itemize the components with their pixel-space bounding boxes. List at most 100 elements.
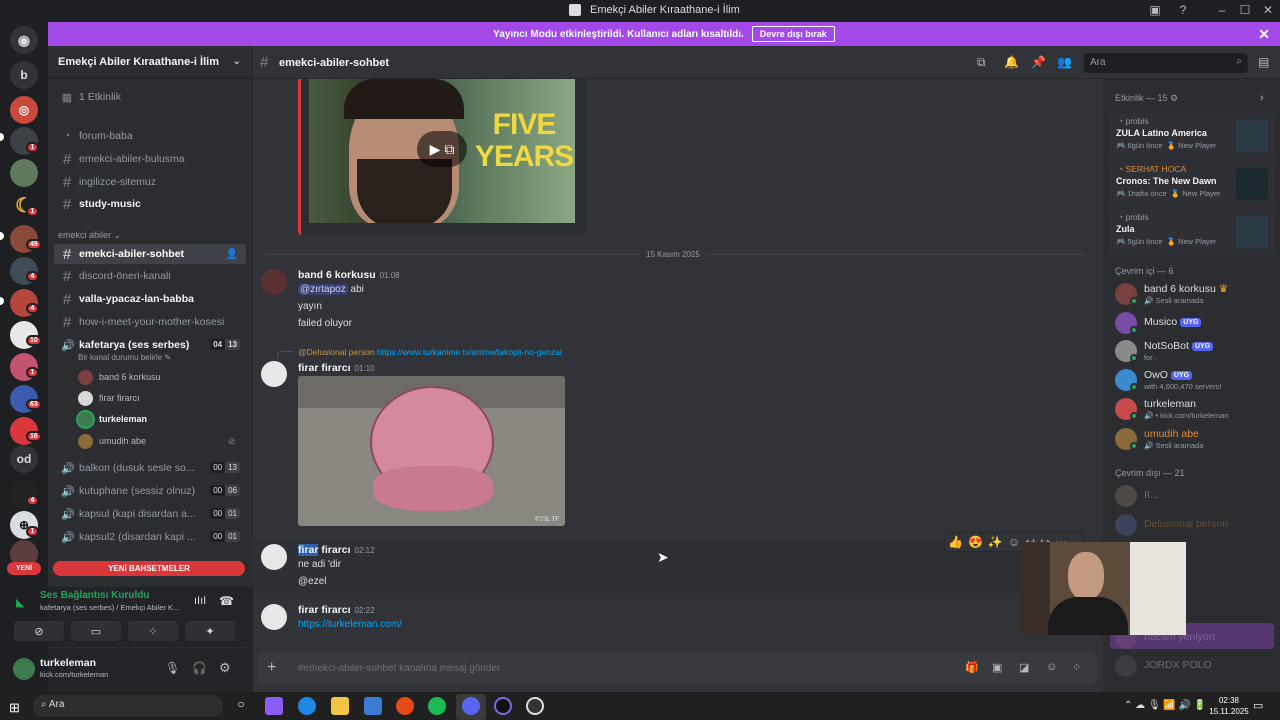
headphones-icon[interactable]: 🎧 xyxy=(192,661,207,675)
discord-icon[interactable] xyxy=(462,697,480,715)
sticker-icon[interactable]: ◪ xyxy=(1019,661,1029,674)
help-icon[interactable]: ? xyxy=(1173,3,1193,17)
server-icon-od[interactable]: od xyxy=(10,445,38,473)
chrome-icon[interactable] xyxy=(396,697,414,715)
member-item[interactable]: JORDX POLO xyxy=(1115,653,1275,681)
screen-share-icon[interactable]: ▭ xyxy=(71,621,121,641)
activity-card[interactable]: ◔ probis ZULA Latino America 🎮 6gün önce… xyxy=(1110,114,1274,158)
category-header[interactable]: emekci abiler ⌄ xyxy=(58,230,121,241)
voice-channel-item[interactable]: 🔊 kapsul (kapi disardan a... 00 01 xyxy=(54,504,246,524)
windows-start-icon[interactable]: ⊞ xyxy=(9,700,20,716)
activities-icon[interactable]: ⁘ xyxy=(128,621,178,641)
close-window-icon[interactable]: ✕ xyxy=(1258,3,1278,17)
heart-eyes-reaction-icon[interactable]: 😍 xyxy=(968,535,983,549)
edge-icon[interactable] xyxy=(298,697,316,715)
avatar[interactable] xyxy=(13,658,35,680)
server-icon[interactable] xyxy=(10,159,38,187)
avatar[interactable] xyxy=(261,361,287,387)
voice-channel-item[interactable]: 🔊 balkon (dusuk sesle so... 00 13 xyxy=(54,458,246,478)
search-input[interactable]: Ara ⌕ xyxy=(1084,53,1248,73)
add-reaction-icon[interactable]: ☺ xyxy=(1008,535,1020,549)
gift-icon[interactable]: 🎁 xyxy=(965,661,979,674)
avatar[interactable] xyxy=(261,269,287,295)
taskbar-search[interactable]: ⌕ Ara xyxy=(33,695,223,717)
direct-messages-icon[interactable]: ◉ xyxy=(10,26,38,54)
channel-item[interactable]: ◔ forum-baba xyxy=(54,126,246,146)
voice-connected-subtitle[interactable]: kafetarya (ses serbes) / Emekçi Abiler K… xyxy=(40,603,179,612)
bell-icon[interactable]: 🔔 xyxy=(1004,55,1019,69)
tray-icons[interactable]: ⌃ ☁ 🎙 📶 🔊 🔋 xyxy=(1124,700,1206,711)
voice-user[interactable]: umudih abe ⊘ xyxy=(78,432,236,450)
message-author[interactable]: firar firarcı 01:10 xyxy=(298,362,375,374)
member-item[interactable]: umudih abe 🔊 Sesli aramada xyxy=(1115,426,1275,454)
events-item[interactable]: ▦ 1 Etkinlik xyxy=(54,87,246,107)
member-item[interactable]: II... xyxy=(1115,483,1275,511)
member-item[interactable]: Delusional person xyxy=(1115,512,1275,540)
play-icon[interactable]: ▶ ⧉ xyxy=(417,131,467,167)
server-icon[interactable]: ◎ xyxy=(10,96,38,124)
new-unread-pill[interactable]: YENİ xyxy=(7,562,41,575)
video-thumbnail[interactable]: FIVE YEARS ▶ ⧉ xyxy=(309,79,575,223)
activity-card[interactable]: ◔ probis Zula 🎮 5gün önce 🏅 New Player xyxy=(1110,210,1274,254)
sparkle-reaction-icon[interactable]: ✨ xyxy=(988,535,1003,549)
reply-link[interactable]: https://www.turkanime.tv/anime/takopii-n… xyxy=(377,347,562,357)
chevron-right-icon[interactable]: › xyxy=(1260,92,1264,104)
new-mentions-button[interactable]: YENİ BAHSETMELER xyxy=(53,561,245,576)
channel-item[interactable]: # study-music xyxy=(54,194,246,214)
voice-channel-item[interactable]: 🔊 kafetarya (ses serbes) 04 13 xyxy=(54,335,246,355)
notification-icon[interactable]: ▭ xyxy=(1253,699,1263,712)
inbox-icon[interactable]: ▤ xyxy=(1258,55,1269,69)
voice-user[interactable]: band 6 korkusu xyxy=(78,368,161,386)
mail-icon[interactable] xyxy=(364,697,382,715)
voice-channel-item[interactable]: 🔊 kapsul2 (disardan kapi ... 00 01 xyxy=(54,527,246,547)
minimize-icon[interactable]: – xyxy=(1212,3,1232,17)
steam-icon[interactable] xyxy=(526,697,544,715)
attached-image[interactable]: ©TSL TF xyxy=(298,376,565,526)
voice-channel-item[interactable]: 🔊 kutuphane (sessiz olnuz) 00 06 xyxy=(54,481,246,501)
message-author[interactable]: firar firarcı 02:22 xyxy=(298,604,375,616)
reply-preview[interactable]: @Delusional person https://www.turkanime… xyxy=(298,347,562,357)
member-item[interactable]: band 6 korkusu ♛ 🔊 Sesli aramada xyxy=(1115,281,1275,309)
thumbs-up-reaction-icon[interactable]: 👍 xyxy=(948,535,963,549)
user-mention[interactable]: @zırtapoz xyxy=(298,284,348,295)
apps-icon[interactable]: ⁘ xyxy=(1072,661,1081,674)
file-explorer-icon[interactable] xyxy=(331,697,349,715)
member-item[interactable]: Musico UYG xyxy=(1115,310,1275,338)
voice-user[interactable]: firar firarcı xyxy=(78,389,140,407)
voice-status[interactable]: Bir kanal durumu belirle ✎ xyxy=(78,353,171,362)
signal-icon[interactable]: ◣ xyxy=(16,596,24,609)
avatar[interactable] xyxy=(261,604,287,630)
voice-user[interactable]: turkeleman xyxy=(78,410,147,428)
message-author[interactable]: firar firarcı 02:12 xyxy=(298,544,375,556)
inbox-icon[interactable]: ▣ xyxy=(1145,3,1165,17)
avatar[interactable] xyxy=(261,544,287,570)
noise-suppression-icon[interactable]: ıIıI xyxy=(194,595,206,607)
member-item[interactable]: turkeleman 🔊 • kick.com/turkeleman xyxy=(1115,396,1275,424)
channel-item[interactable]: # emekci-abiler-bulusma xyxy=(54,149,246,169)
add-attachment-icon[interactable]: + xyxy=(267,659,276,677)
spotify-icon[interactable] xyxy=(428,697,446,715)
maximize-icon[interactable]: ☐ xyxy=(1235,3,1255,17)
channel-item[interactable]: # valla-ypacaz-lan-babba xyxy=(54,289,246,309)
obs-icon[interactable] xyxy=(494,697,512,715)
emoji-icon[interactable]: ☺ xyxy=(1046,661,1057,673)
add-member-icon[interactable]: 👤 xyxy=(226,249,238,260)
activity-card[interactable]: ◔ SERHAT HOCA Cronos: The New Dawn 🎮 1ha… xyxy=(1110,162,1274,206)
message-link[interactable]: https://turkeleman.com/ xyxy=(298,619,402,630)
task-view-icon[interactable]: ○ xyxy=(232,697,250,715)
server-icon-b[interactable]: b xyxy=(10,61,38,89)
server-header[interactable]: Emekçi Abiler Kıraathane-i İlim ⌄ xyxy=(48,46,253,79)
channel-item[interactable]: # ingilizce-sitemuz xyxy=(54,172,246,192)
copilot-icon[interactable] xyxy=(265,697,283,715)
disconnect-icon[interactable]: ☎ xyxy=(219,594,234,608)
pin-icon[interactable]: 📌 xyxy=(1031,55,1046,69)
message-author[interactable]: band 6 korkusu 01:08 xyxy=(298,269,400,281)
soundboard-icon[interactable]: ✦ xyxy=(185,621,235,641)
member-list-icon[interactable]: 👥 xyxy=(1057,55,1072,69)
channel-item-active[interactable]: # emekci-abiler-sohbet 👤 xyxy=(54,244,246,264)
channel-item[interactable]: # discord-öneri-kanali xyxy=(54,266,246,286)
member-item[interactable]: OwO UYG with 4,600,470 servers! xyxy=(1115,367,1275,395)
microphone-icon[interactable]: 🎙 xyxy=(165,661,180,675)
gif-icon[interactable]: ▣ xyxy=(992,661,1002,674)
banner-close-icon[interactable]: ✕ xyxy=(1258,26,1270,43)
